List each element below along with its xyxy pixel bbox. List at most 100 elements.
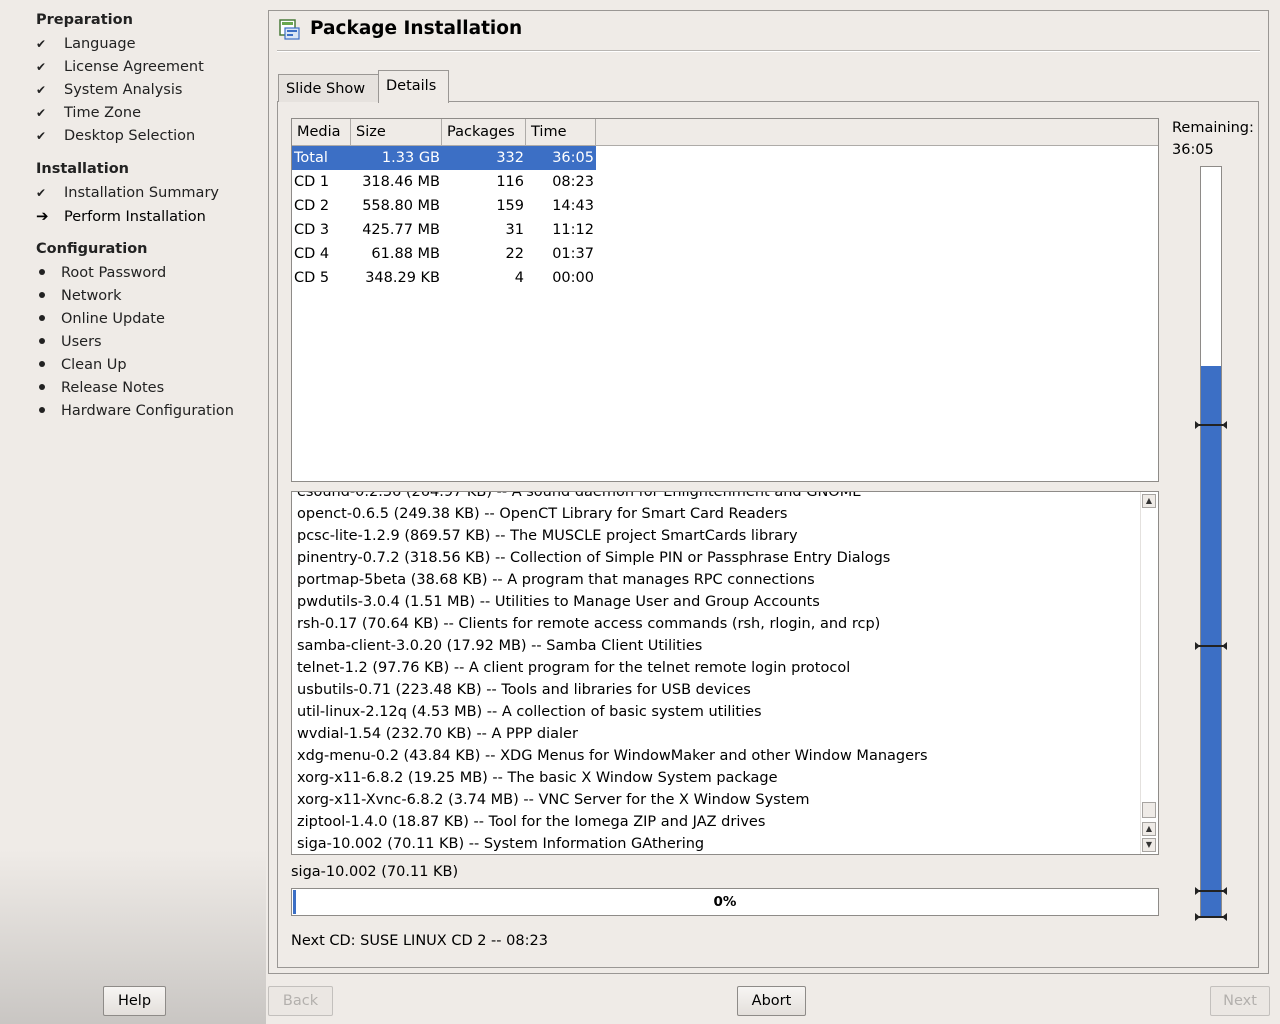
remaining-title: Remaining: [1172,120,1254,136]
remaining-progress-bar [1200,166,1222,918]
page-title: Package Installation [310,18,523,39]
package-log[interactable]: esound-0.2.36 (264.97 KB) -- A sound dae… [291,491,1159,855]
pending-bullet-icon [39,361,45,367]
title-divider [277,50,1260,52]
next-cd-label: Next CD: SUSE LINUX CD 2 -- 08:23 [291,933,548,949]
back-button[interactable]: Back [268,986,333,1016]
cell-time: 36:05 [552,150,594,166]
package-log-line: pcsc-lite-1.2.9 (869.57 KB) -- The MUSCL… [297,528,798,544]
package-log-line: pinentry-0.7.2 (318.56 KB) -- Collection… [297,550,891,566]
package-log-scrollbar[interactable]: ▲ ▲ ▼ [1140,492,1158,854]
pending-bullet-icon [39,315,45,321]
cell-media: Total [294,150,328,166]
cd-boundary-marker [1195,421,1227,430]
cell-size: 318.46 MB [362,174,440,190]
table-row-cd4[interactable]: CD 4 61.88 MB 22 01:37 [292,242,596,266]
package-log-line: esound-0.2.36 (264.97 KB) -- A sound dae… [297,491,862,500]
cell-time: 14:43 [552,198,594,214]
package-log-line: pwdutils-3.0.4 (1.51 MB) -- Utilities to… [297,594,820,610]
package-log-line: openct-0.6.5 (249.38 KB) -- OpenCT Libra… [297,506,788,522]
abort-button[interactable]: Abort [737,986,806,1016]
checkmark-icon: ✔ [36,37,47,51]
scroll-down-icon[interactable]: ▼ [1142,838,1156,852]
sidebar-item-language: ✔ Language [36,36,136,52]
cell-time: 11:12 [552,222,594,238]
tab-slide-show[interactable]: Slide Show [278,74,379,102]
cell-time: 08:23 [552,174,594,190]
table-row-cd3[interactable]: CD 3 425.77 MB 31 11:12 [292,218,596,242]
cd-boundary-marker [1195,913,1227,922]
cell-size: 1.33 GB [381,150,440,166]
table-row-cd2[interactable]: CD 2 558.80 MB 159 14:43 [292,194,596,218]
checkmark-icon: ✔ [36,129,47,143]
table-row-cd1[interactable]: CD 1 318.46 MB 116 08:23 [292,170,596,194]
scrollbar-thumb[interactable] [1142,802,1156,818]
cell-size: 558.80 MB [362,198,440,214]
cell-packages: 22 [505,246,524,262]
package-log-line: util-linux-2.12q (4.53 MB) -- A collecti… [297,704,762,720]
package-log-line: xdg-menu-0.2 (43.84 KB) -- XDG Menus for… [297,748,928,764]
main-panel: Package Installation Slide Show Details … [268,10,1269,974]
package-log-line: rsh-0.17 (70.64 KB) -- Clients for remot… [297,616,881,632]
sidebar-item-clean-up: Clean Up [36,355,127,375]
sidebar-item-desktop-selection: ✔ Desktop Selection [36,128,196,144]
sidebar-item-online-update: Online Update [36,309,165,329]
package-log-line: ziptool-1.4.0 (18.87 KB) -- Tool for the… [297,814,766,830]
package-installer-icon [279,19,300,40]
column-header-time[interactable]: Time [526,119,596,146]
scroll-up-icon[interactable]: ▲ [1142,494,1156,508]
sidebar-item-network: Network [36,286,122,306]
scroll-up-icon[interactable]: ▲ [1142,822,1156,836]
sidebar-item-hardware-configuration: Hardware Configuration [36,401,234,421]
package-log-line: samba-client-3.0.20 (17.92 MB) -- Samba … [297,638,703,654]
package-log-line: xorg-x11-6.8.2 (19.25 MB) -- The basic X… [297,770,778,786]
column-header-media[interactable]: Media [292,119,351,146]
media-table[interactable]: Media Size Packages Time Total 1.33 GB 3… [291,118,1159,482]
help-button[interactable]: Help [103,986,166,1016]
column-header-filler [596,119,1158,146]
package-log-line: siga-10.002 (70.11 KB) -- System Informa… [297,836,705,852]
table-row-total[interactable]: Total 1.33 GB 332 36:05 [292,146,596,170]
pending-bullet-icon [39,292,45,298]
package-progress-text: 0% [713,894,737,910]
package-log-line: xorg-x11-Xvnc-6.8.2 (3.74 MB) -- VNC Ser… [297,792,810,808]
checkmark-icon: ✔ [36,106,47,120]
cell-size: 348.29 KB [365,270,440,286]
pending-bullet-icon [39,384,45,390]
package-progress-bar: 0% [291,888,1159,916]
remaining-time: 36:05 [1172,142,1214,158]
checkmark-icon: ✔ [36,186,47,200]
pending-bullet-icon [39,338,45,344]
cell-time: 01:37 [552,246,594,262]
tab-details[interactable]: Details [378,70,449,103]
cell-media: CD 3 [294,222,330,238]
column-header-size[interactable]: Size [351,119,442,146]
cell-media: CD 5 [294,270,330,286]
sidebar-item-users: Users [36,332,102,352]
checkmark-icon: ✔ [36,60,47,74]
next-button[interactable]: Next [1210,986,1270,1016]
cell-packages: 159 [496,198,524,214]
cell-media: CD 4 [294,246,330,262]
cell-media: CD 1 [294,174,330,190]
sidebar-item-root-password: Root Password [36,263,166,283]
remaining-label: Remaining: 36:05 [1172,117,1254,161]
column-header-packages[interactable]: Packages [442,119,526,146]
package-log-line: portmap-5beta (38.68 KB) -- A program th… [297,572,815,588]
package-log-line: wvdial-1.54 (232.70 KB) -- A PPP dialer [297,726,578,742]
package-log-line: usbutils-0.71 (223.48 KB) -- Tools and l… [297,682,751,698]
package-log-lines: esound-0.2.36 (264.97 KB) -- A sound dae… [297,491,1137,854]
cell-size: 61.88 MB [371,246,440,262]
pending-bullet-icon [39,269,45,275]
checkmark-icon: ✔ [36,83,47,97]
cell-packages: 332 [496,150,524,166]
cell-packages: 116 [496,174,524,190]
cell-time: 00:00 [552,270,594,286]
cell-media: CD 2 [294,198,330,214]
table-row-cd5[interactable]: CD 5 348.29 KB 4 00:00 [292,266,596,290]
sidebar-section-preparation: Preparation [36,12,133,28]
package-log-line: telnet-1.2 (97.76 KB) -- A client progra… [297,660,851,676]
sidebar-item-time-zone: ✔ Time Zone [36,105,142,121]
sidebar-item-perform-installation: ➔ Perform Installation [36,207,206,225]
sidebar-item-release-notes: Release Notes [36,378,164,398]
